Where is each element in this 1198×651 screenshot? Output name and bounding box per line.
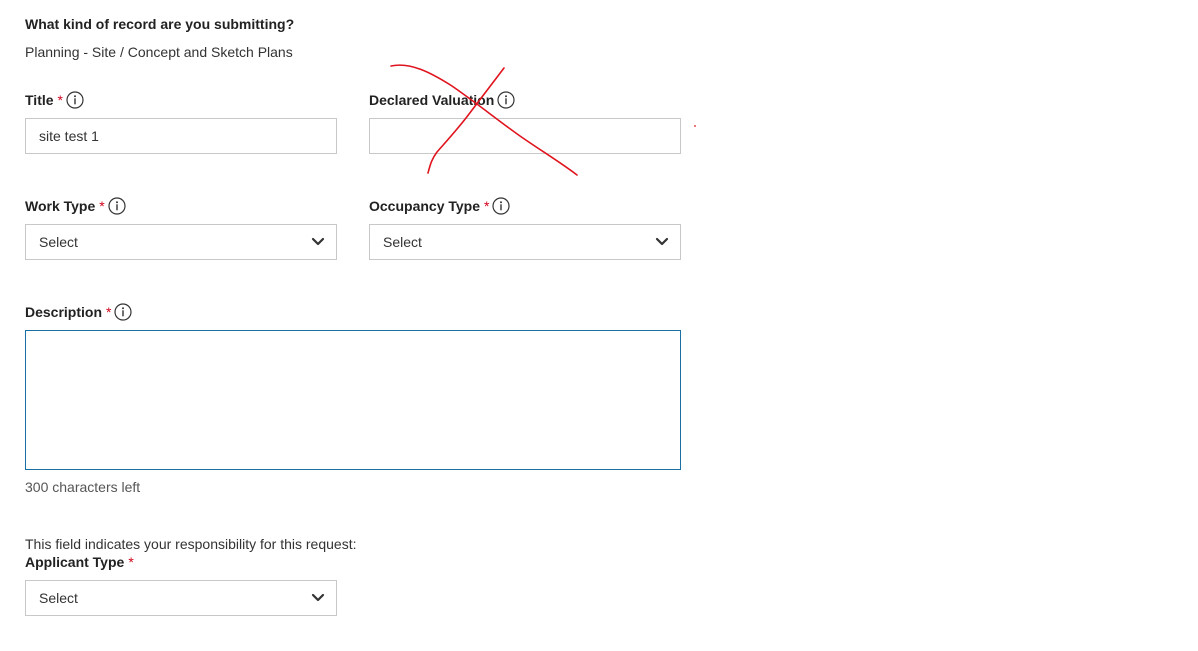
- character-counter: 300 characters left: [25, 479, 141, 495]
- applicant-type-label: Applicant Type *: [25, 552, 134, 572]
- description-label: Description *: [25, 302, 133, 322]
- record-type-question: What kind of record are you submitting?: [25, 16, 295, 32]
- description-label-text: Description: [25, 304, 103, 320]
- occupancy-type-selected: Select: [383, 234, 422, 250]
- work-type-label: Work Type *: [25, 196, 126, 216]
- info-icon[interactable]: [492, 197, 511, 215]
- info-icon[interactable]: [114, 303, 133, 321]
- applicant-type-select[interactable]: Select: [25, 580, 337, 616]
- title-label-text: Title: [25, 92, 54, 108]
- occupancy-type-label: Occupancy Type *: [369, 196, 511, 216]
- title-input[interactable]: [25, 118, 337, 154]
- required-marker: *: [99, 198, 105, 214]
- applicant-type-label-text: Applicant Type: [25, 554, 125, 570]
- required-marker: *: [128, 554, 134, 570]
- work-type-label-text: Work Type: [25, 198, 96, 214]
- declared-valuation-input[interactable]: [369, 118, 681, 154]
- occupancy-type-label-text: Occupancy Type: [369, 198, 481, 214]
- applicant-responsibility-note: This field indicates your responsibility…: [25, 536, 357, 552]
- work-type-selected: Select: [39, 234, 78, 250]
- record-form: What kind of record are you submitting? …: [0, 0, 1198, 651]
- info-icon[interactable]: [66, 91, 84, 109]
- applicant-type-selected: Select: [39, 590, 78, 606]
- required-marker: *: [57, 92, 63, 108]
- info-icon[interactable]: [497, 91, 515, 109]
- required-marker: *: [484, 198, 490, 214]
- description-textarea[interactable]: [25, 330, 681, 470]
- chevron-down-icon: [655, 237, 669, 246]
- chevron-down-icon: [311, 237, 325, 246]
- red-cross-annotation: [390, 64, 696, 176]
- declared-valuation-label: Declared Valuation: [369, 90, 515, 110]
- info-icon[interactable]: [108, 197, 126, 215]
- required-marker: *: [106, 304, 112, 320]
- work-type-select[interactable]: Select: [25, 224, 337, 260]
- title-label: Title *: [25, 90, 84, 110]
- declared-valuation-label-text: Declared Valuation: [369, 92, 495, 108]
- occupancy-type-select[interactable]: Select: [369, 224, 681, 260]
- chevron-down-icon: [311, 593, 325, 602]
- record-type-value: Planning - Site / Concept and Sketch Pla…: [25, 44, 293, 60]
